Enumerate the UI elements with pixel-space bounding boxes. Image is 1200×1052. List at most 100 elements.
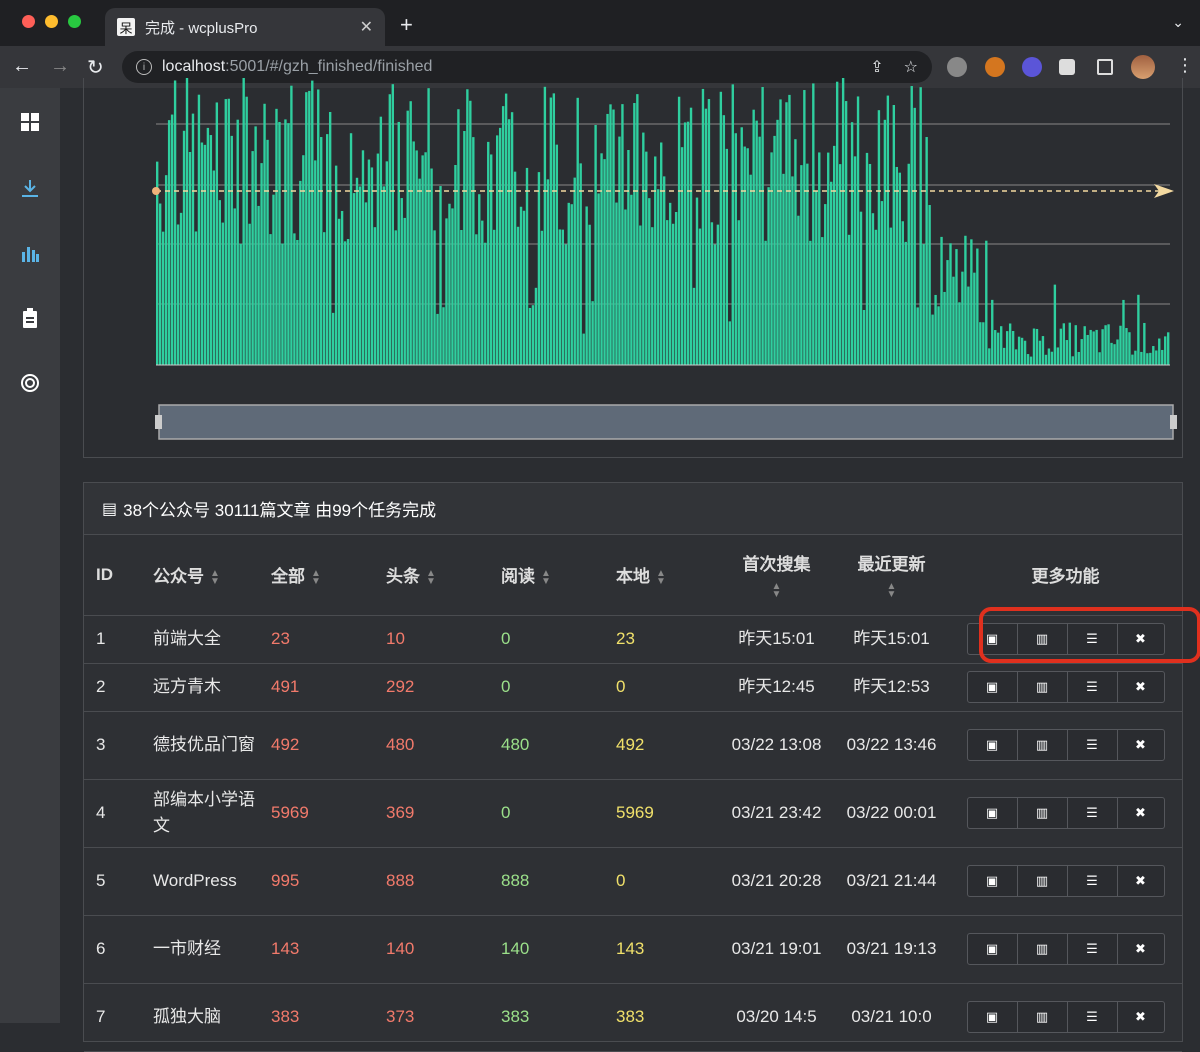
chart-bar xyxy=(266,139,269,365)
menu-icon[interactable]: ⋮ xyxy=(1176,55,1194,76)
chevron-down-icon[interactable]: ⌄ xyxy=(1172,14,1184,31)
delete-icon[interactable]: ✖ xyxy=(1118,934,1164,964)
browser-tab[interactable]: 呆 完成 - wcplusPro ✕ xyxy=(105,8,385,46)
chart-bar xyxy=(1020,337,1024,365)
chart-bar xyxy=(570,204,573,365)
article-list-icon[interactable]: ☰ xyxy=(1068,866,1118,896)
col-first[interactable]: 首次搜集 ▲ ▼ xyxy=(719,535,834,616)
cell-name[interactable]: 德技优品门窗 xyxy=(141,711,259,780)
delete-icon[interactable]: ✖ xyxy=(1118,730,1164,760)
article-list-icon[interactable]: ☰ xyxy=(1068,1002,1118,1032)
sort-icon[interactable]: ▲ ▼ xyxy=(772,582,782,600)
stats-chart-icon[interactable]: ▥ xyxy=(1018,798,1068,828)
chart-bar xyxy=(770,152,773,365)
share-icon[interactable]: ⇪ xyxy=(870,57,883,77)
forward-icon[interactable]: → xyxy=(50,55,70,78)
chart-bar xyxy=(331,312,335,365)
zoom-slider[interactable] xyxy=(158,404,1174,440)
maximize-window-button[interactable] xyxy=(68,15,81,28)
delete-icon[interactable]: ✖ xyxy=(1118,672,1164,702)
extension-spy-icon[interactable] xyxy=(947,57,967,77)
chart-bar xyxy=(931,314,934,365)
reload-icon[interactable]: ↻ xyxy=(87,55,104,80)
chart-bar xyxy=(686,121,690,365)
export-excel-icon[interactable]: ▣ xyxy=(968,934,1018,964)
zoom-handle-right[interactable] xyxy=(1170,415,1177,429)
minimize-window-button[interactable] xyxy=(45,15,58,28)
avatar[interactable] xyxy=(1131,55,1155,79)
cell-name[interactable]: 部编本小学语文 xyxy=(141,779,259,848)
sidepanel-icon[interactable] xyxy=(1097,59,1113,75)
sort-icon[interactable]: ▲ ▼ xyxy=(541,568,551,586)
cell-read: 480 xyxy=(489,711,604,780)
stats-chart-icon[interactable]: ▥ xyxy=(1018,934,1068,964)
cell-name[interactable]: 远方青木 xyxy=(141,663,259,712)
dashboard-icon[interactable] xyxy=(18,110,42,134)
sort-icon[interactable]: ▲ ▼ xyxy=(210,568,220,586)
zoom-handle-left[interactable] xyxy=(155,415,162,429)
extension-blue-icon[interactable] xyxy=(1022,57,1042,77)
back-icon[interactable]: ← xyxy=(12,55,32,78)
puzzle-icon[interactable] xyxy=(1059,59,1075,75)
stats-chart-icon[interactable]: ▥ xyxy=(1018,866,1068,896)
col-local[interactable]: 本地 ▲ ▼ xyxy=(604,535,719,616)
export-excel-icon[interactable]: ▣ xyxy=(968,1002,1018,1032)
col-read[interactable]: 阅读 ▲ ▼ xyxy=(489,535,604,616)
stats-chart-icon[interactable]: ▥ xyxy=(1018,730,1068,760)
tab-title: 完成 - wcplusPro xyxy=(145,19,258,37)
info-icon[interactable]: i xyxy=(136,59,152,75)
cell-name[interactable]: 前端大全 xyxy=(141,615,259,664)
export-excel-icon[interactable]: ▣ xyxy=(968,866,1018,896)
chart-bar xyxy=(573,177,576,365)
stats-chart-icon[interactable]: ▥ xyxy=(1018,624,1068,654)
chart-bar xyxy=(925,137,928,365)
action-buttons: ▣ ▥ ☰ ✖ xyxy=(966,933,1165,965)
cell-last: 03/21 10:0 xyxy=(834,983,949,1052)
chart-bar xyxy=(472,137,475,365)
chart-bar xyxy=(913,107,916,365)
sort-icon[interactable]: ▲ ▼ xyxy=(426,568,436,586)
chart-bar xyxy=(952,276,955,365)
delete-icon[interactable]: ✖ xyxy=(1118,798,1164,828)
cell-name[interactable]: WordPress xyxy=(141,847,259,916)
accounts-table: ID 公众号 ▲ ▼ 全部 ▲ ▼ 头条 ▲ ▼ 阅读 ▲ ▼ 本地 ▲ ▼ 首次搜集 ▲ ▼ 最近更新… xyxy=(84,535,1182,1052)
close-window-button[interactable] xyxy=(22,15,35,28)
col-name[interactable]: 公众号 ▲ ▼ xyxy=(141,535,259,616)
article-list-icon[interactable]: ☰ xyxy=(1068,798,1118,828)
stats-chart-icon[interactable]: ▥ xyxy=(1018,1002,1068,1032)
export-excel-icon[interactable]: ▣ xyxy=(968,624,1018,654)
export-excel-icon[interactable]: ▣ xyxy=(968,730,1018,760)
lifebuoy-icon[interactable] xyxy=(18,371,42,395)
chart-bar xyxy=(534,287,538,365)
delete-icon[interactable]: ✖ xyxy=(1118,1002,1164,1032)
chart-bar xyxy=(695,197,699,365)
chart-bar xyxy=(648,198,651,365)
stats-chart-icon[interactable]: ▥ xyxy=(1018,672,1068,702)
chart-bar xyxy=(328,111,332,365)
sort-icon[interactable]: ▲ ▼ xyxy=(887,582,897,600)
sort-icon[interactable]: ▲ ▼ xyxy=(656,568,666,586)
col-all[interactable]: 全部 ▲ ▼ xyxy=(259,535,374,616)
close-tab-icon[interactable]: ✕ xyxy=(360,17,373,37)
article-list-icon[interactable]: ☰ xyxy=(1068,730,1118,760)
export-excel-icon[interactable]: ▣ xyxy=(968,798,1018,828)
delete-icon[interactable]: ✖ xyxy=(1118,866,1164,896)
download-icon[interactable] xyxy=(18,176,42,200)
new-tab-icon[interactable]: + xyxy=(400,12,413,38)
article-list-icon[interactable]: ☰ xyxy=(1068,624,1118,654)
export-excel-icon[interactable]: ▣ xyxy=(968,672,1018,702)
cell-name[interactable]: 孤独大脑 xyxy=(141,983,259,1052)
clipboard-icon[interactable] xyxy=(18,306,42,330)
cell-name[interactable]: 一市财经 xyxy=(141,915,259,984)
bar-chart-icon[interactable] xyxy=(18,241,42,265)
article-list-icon[interactable]: ☰ xyxy=(1068,934,1118,964)
delete-icon[interactable]: ✖ xyxy=(1118,624,1164,654)
action-buttons: ▣ ▥ ☰ ✖ xyxy=(966,1001,1165,1033)
sort-icon[interactable]: ▲ ▼ xyxy=(311,568,321,586)
col-top[interactable]: 头条 ▲ ▼ xyxy=(374,535,489,616)
article-list-icon[interactable]: ☰ xyxy=(1068,672,1118,702)
star-icon[interactable]: ☆ xyxy=(904,57,918,77)
chart-bar xyxy=(173,80,177,366)
col-last[interactable]: 最近更新 ▲ ▼ xyxy=(834,535,949,616)
extension-moon-icon[interactable] xyxy=(985,57,1005,77)
